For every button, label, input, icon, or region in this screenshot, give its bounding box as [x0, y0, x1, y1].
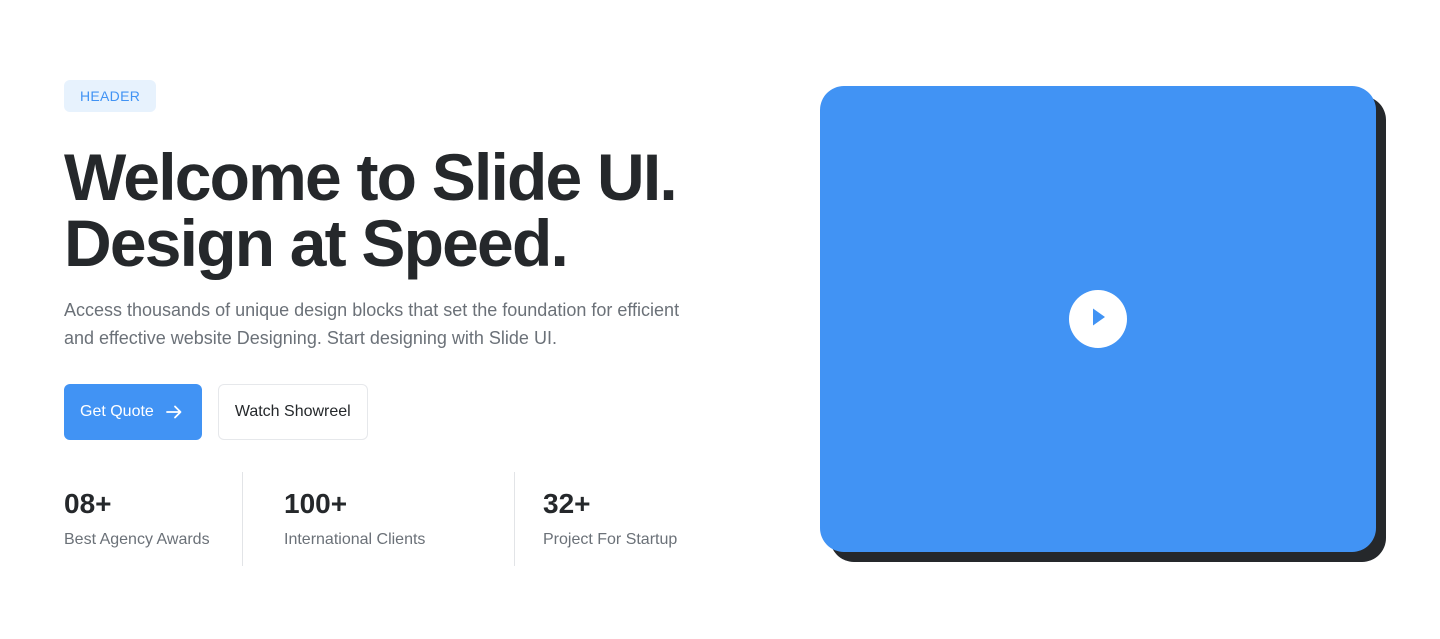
- get-quote-button[interactable]: Get Quote: [64, 384, 202, 440]
- video-placeholder[interactable]: [820, 86, 1376, 552]
- stats-row: 08+ Best Agency Awards 100+ Internationa…: [64, 472, 744, 566]
- video-card: [820, 86, 1386, 562]
- arrow-right-icon: [164, 402, 184, 422]
- headline-line-1: Welcome to Slide UI.: [64, 140, 678, 214]
- stat-label: Best Agency Awards: [64, 531, 210, 548]
- headline-line-2: Design at Speed.: [64, 206, 569, 280]
- watch-showreel-button[interactable]: Watch Showreel: [217, 384, 368, 440]
- play-icon: [1087, 305, 1109, 334]
- stat-awards: 08+ Best Agency Awards: [64, 472, 242, 566]
- stat-value: 08+: [64, 488, 112, 519]
- stat-projects: 32+ Project For Startup: [515, 472, 735, 566]
- hero-section: HEADER Welcome to Slide UI. Design at Sp…: [0, 0, 1440, 639]
- hero-description: Access thousands of unique design blocks…: [64, 300, 680, 348]
- hero-headline: Welcome to Slide UI. Design at Speed.: [64, 144, 744, 276]
- header-tag: HEADER: [64, 80, 157, 112]
- hero-content: HEADER Welcome to Slide UI. Design at Sp…: [64, 80, 744, 566]
- get-quote-label: Get Quote: [80, 403, 154, 420]
- stat-clients: 100+ International Clients: [243, 472, 514, 566]
- stat-label: International Clients: [284, 531, 426, 548]
- watch-showreel-label: Watch Showreel: [234, 403, 351, 420]
- stat-value: 100+: [284, 488, 348, 519]
- hero-actions: Get Quote Watch Showreel: [64, 384, 744, 440]
- play-button[interactable]: [1069, 290, 1127, 348]
- stat-label: Project For Startup: [543, 531, 678, 548]
- stat-value: 32+: [543, 488, 591, 519]
